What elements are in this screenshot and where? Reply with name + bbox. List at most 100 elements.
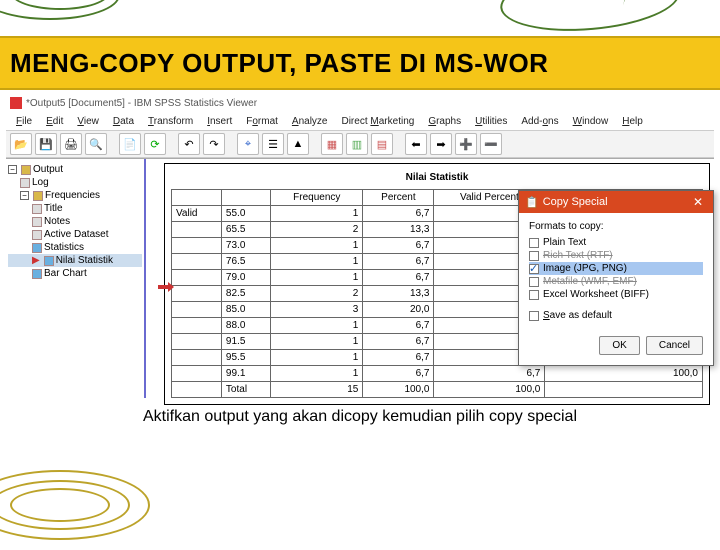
tree-toggle-icon[interactable]: − xyxy=(8,165,17,174)
menu-graphs[interactable]: Graphs xyxy=(422,114,467,129)
table-cell xyxy=(172,254,222,270)
tb-promote-icon[interactable]: ⬅ xyxy=(405,133,427,155)
tb-goto-icon[interactable]: ⌖ xyxy=(237,133,259,155)
tb-demote-icon[interactable]: ➡ xyxy=(430,133,452,155)
checkbox-icon[interactable] xyxy=(529,290,539,300)
menu-file[interactable]: File xyxy=(10,114,38,129)
table-cell: 91.5 xyxy=(221,334,270,350)
titlebar: *Output5 [Document5] - IBM SPSS Statisti… xyxy=(6,94,714,112)
tb-chart2-icon[interactable]: ▥ xyxy=(346,133,368,155)
menu-addons[interactable]: Add-ons xyxy=(515,114,564,129)
formats-label: Formats to copy: xyxy=(529,221,703,232)
format-excel[interactable]: Excel Worksheet (BIFF) xyxy=(529,288,703,301)
table-cell: 13,3 xyxy=(363,286,434,302)
cancel-button[interactable]: Cancel xyxy=(646,336,703,355)
checkbox-icon[interactable] xyxy=(529,264,539,274)
copy-special-dialog: 📋Copy Special ✕ Formats to copy: Plain T… xyxy=(518,190,714,366)
table-cell xyxy=(172,222,222,238)
table-cell: 82.5 xyxy=(221,286,270,302)
tree-item-selected[interactable]: Nilai Statistik xyxy=(56,255,113,266)
table-cell xyxy=(172,286,222,302)
tree-item[interactable]: Log xyxy=(32,177,49,188)
tb-insert-icon[interactable]: ➕ xyxy=(455,133,477,155)
menu-utilities[interactable]: Utilities xyxy=(469,114,513,129)
tb-up-icon[interactable]: ▲ xyxy=(287,133,309,155)
tree-item[interactable]: Frequencies xyxy=(45,190,100,201)
tree-toggle-icon[interactable]: − xyxy=(20,191,29,200)
tb-export-icon[interactable]: 📄 xyxy=(119,133,141,155)
tb-preview-icon[interactable]: 🔍 xyxy=(85,133,107,155)
table-cell: 6,7 xyxy=(363,334,434,350)
table-cell: 15 xyxy=(271,382,363,398)
format-plain-text[interactable]: Plain Text xyxy=(529,236,703,249)
tb-print-icon[interactable]: 🖨 xyxy=(60,133,82,155)
table-cell: 20,0 xyxy=(363,302,434,318)
tb-save-icon[interactable]: 💾 xyxy=(35,133,57,155)
dialog-titlebar[interactable]: 📋Copy Special ✕ xyxy=(519,191,713,213)
log-icon xyxy=(20,178,30,188)
save-as-default[interactable]: Save as default xyxy=(529,309,703,322)
tree-item[interactable]: Title xyxy=(44,203,63,214)
tb-open-icon[interactable]: 📂 xyxy=(10,133,32,155)
checkbox-icon[interactable] xyxy=(529,251,539,261)
close-icon[interactable]: ✕ xyxy=(689,195,707,209)
table-cell: 100,0 xyxy=(545,366,703,382)
table-cell xyxy=(172,238,222,254)
menubar: File Edit View Data Transform Insert For… xyxy=(6,112,714,130)
checkbox-icon[interactable] xyxy=(529,238,539,248)
table-cell xyxy=(172,270,222,286)
table-cell: 1 xyxy=(271,270,363,286)
tree-item[interactable]: Notes xyxy=(44,216,70,227)
table-cell: 6,7 xyxy=(363,366,434,382)
format-metafile[interactable]: Metafile (WMF, EMF) xyxy=(529,275,703,288)
menu-window[interactable]: Window xyxy=(567,114,615,129)
menu-transform[interactable]: Transform xyxy=(142,114,199,129)
window-title: *Output5 [Document5] - IBM SPSS Statisti… xyxy=(26,98,257,109)
tb-undo-icon[interactable]: ↶ xyxy=(178,133,200,155)
menu-insert[interactable]: Insert xyxy=(201,114,238,129)
menu-format[interactable]: Format xyxy=(240,114,284,129)
tree-item[interactable]: Statistics xyxy=(44,242,84,253)
decorative-ovals xyxy=(0,470,170,550)
tree-item[interactable]: Active Dataset xyxy=(44,229,108,240)
tree-root[interactable]: Output xyxy=(33,164,63,175)
table-cell: 2 xyxy=(271,286,363,302)
tb-chart1-icon[interactable]: ▦ xyxy=(321,133,343,155)
checkbox-icon[interactable] xyxy=(529,277,539,287)
slide-title-band: MENG-COPY OUTPUT, PASTE DI MS-WOR xyxy=(0,36,720,90)
format-rtf[interactable]: Rich Text (RTF) xyxy=(529,249,703,262)
table-cell: 1 xyxy=(271,238,363,254)
table-cell: 99.1 xyxy=(221,366,270,382)
table-cell: 6,7 xyxy=(363,350,434,366)
menu-data[interactable]: Data xyxy=(107,114,140,129)
checkbox-icon[interactable] xyxy=(529,311,539,321)
menu-help[interactable]: Help xyxy=(616,114,649,129)
tb-redo-icon[interactable]: ↷ xyxy=(203,133,225,155)
table-cell: 1 xyxy=(271,334,363,350)
table-cell: 13,3 xyxy=(363,222,434,238)
table-cell xyxy=(172,334,222,350)
table-cell xyxy=(172,366,222,382)
menu-view[interactable]: View xyxy=(71,114,105,129)
arrow-indicator-icon xyxy=(158,282,174,292)
chart-icon xyxy=(32,269,42,279)
tb-chart3-icon[interactable]: ▤ xyxy=(371,133,393,155)
table-cell: 6,7 xyxy=(363,238,434,254)
table-cell: 100,0 xyxy=(363,382,434,398)
menu-direct-marketing[interactable]: Direct Marketing xyxy=(335,114,420,129)
outline-pane[interactable]: − Output Log − Frequencies Title Notes Act… xyxy=(6,159,146,398)
table-cell: 1 xyxy=(271,318,363,334)
ok-button[interactable]: OK xyxy=(599,336,639,355)
tb-recall-icon[interactable]: ⟳ xyxy=(144,133,166,155)
table-cell: 6,7 xyxy=(363,270,434,286)
notes-icon xyxy=(32,217,42,227)
tb-select-icon[interactable]: ☰ xyxy=(262,133,284,155)
table-cell: 73.0 xyxy=(221,238,270,254)
menu-edit[interactable]: Edit xyxy=(40,114,69,129)
tb-delete-icon[interactable]: ➖ xyxy=(480,133,502,155)
menu-analyze[interactable]: Analyze xyxy=(286,114,334,129)
th-percent: Percent xyxy=(363,190,434,206)
table-cell: 3 xyxy=(271,302,363,318)
tree-item[interactable]: Bar Chart xyxy=(44,268,87,279)
format-image[interactable]: Image (JPG, PNG) xyxy=(529,262,703,275)
